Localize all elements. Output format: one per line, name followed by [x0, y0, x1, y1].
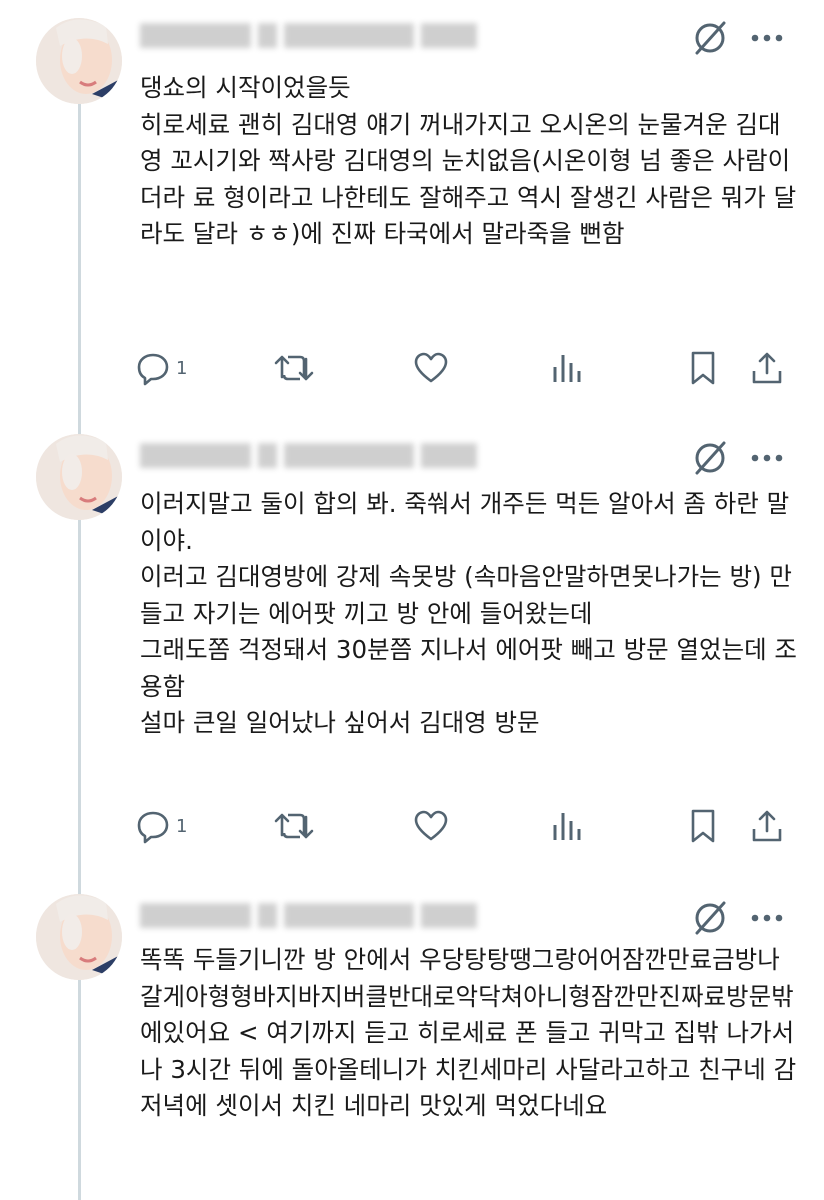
- share-icon: [752, 352, 782, 384]
- reply-count: 1: [176, 357, 188, 379]
- reply-icon: [137, 811, 169, 844]
- grok-icon[interactable]: [690, 18, 730, 58]
- heart-icon: [414, 810, 448, 841]
- like-button[interactable]: [412, 804, 450, 848]
- tweet-actions: 1: [134, 346, 794, 390]
- bookmark-button[interactable]: [686, 346, 720, 390]
- share-icon: [752, 810, 782, 842]
- tweet-text: 이러지말고 둘이 합의 봐. 죽쒀서 개주든 먹든 알아서 좀 하란 말이야. …: [140, 489, 797, 737]
- author-name-blurred: ▇▇▇▇▇▇ ▇ ▇▇▇▇▇▇▇ ▇▇▇: [140, 440, 477, 468]
- heart-icon: [414, 352, 448, 383]
- views-button[interactable]: [550, 346, 584, 390]
- author-name-blurred: ▇▇▇▇▇▇ ▇ ▇▇▇▇▇▇▇ ▇▇▇: [140, 20, 477, 48]
- grok-icon[interactable]: [690, 438, 730, 478]
- repost-button[interactable]: [272, 804, 316, 848]
- repost-icon: [274, 813, 314, 839]
- more-icon[interactable]: [750, 30, 784, 44]
- views-icon: [553, 355, 581, 382]
- tweet-text: 똑똑 두들기니깐 방 안에서 우당탕탕땡그랑어어잠깐만료금방나갈게아형형바지바지…: [140, 945, 797, 1120]
- avatar[interactable]: [36, 894, 122, 980]
- tweet-text: 댕쇼의 시작이었을듯 히로세료 괜히 김대영 얘기 꺼내가지고 오시온의 눈물겨…: [140, 73, 797, 248]
- bookmark-button[interactable]: [686, 804, 720, 848]
- repost-icon: [274, 355, 314, 381]
- views-button[interactable]: [550, 804, 584, 848]
- repost-button[interactable]: [272, 346, 316, 390]
- reply-count: 1: [176, 815, 188, 837]
- tweet-actions: 1: [134, 804, 794, 848]
- tweet-1: ▇▇▇▇▇▇ ▇ ▇▇▇▇▇▇▇ ▇▇▇ 댕쇼의 시작이었을듯 히로세료 괜히 …: [0, 0, 824, 420]
- author-name-blurred: ▇▇▇▇▇▇ ▇ ▇▇▇▇▇▇▇ ▇▇▇: [140, 900, 477, 928]
- reply-icon: [137, 353, 169, 386]
- avatar[interactable]: [36, 434, 122, 520]
- more-icon[interactable]: [750, 450, 784, 464]
- views-icon: [553, 813, 581, 840]
- bookmark-icon: [691, 351, 715, 385]
- more-icon[interactable]: [750, 910, 784, 924]
- tweet-3: ▇▇▇▇▇▇ ▇ ▇▇▇▇▇▇▇ ▇▇▇ 똑똑 두들기니깐 방 안에서 우당탕탕…: [0, 880, 824, 1200]
- avatar[interactable]: [36, 18, 122, 104]
- share-button[interactable]: [748, 804, 786, 848]
- reply-button[interactable]: 1: [134, 346, 187, 390]
- grok-icon[interactable]: [690, 898, 730, 938]
- reply-button[interactable]: 1: [134, 804, 187, 848]
- bookmark-icon: [691, 809, 715, 843]
- share-button[interactable]: [748, 346, 786, 390]
- tweet-2: ▇▇▇▇▇▇ ▇ ▇▇▇▇▇▇▇ ▇▇▇ 이러지말고 둘이 합의 봐. 죽쒀서 …: [0, 420, 824, 880]
- like-button[interactable]: [412, 346, 450, 390]
